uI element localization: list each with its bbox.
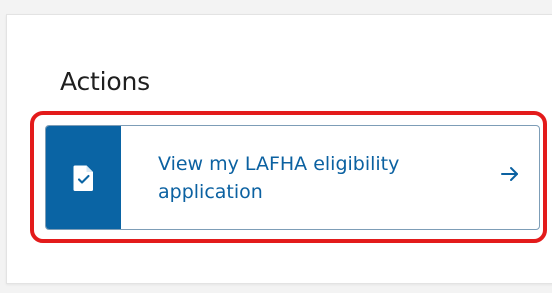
document-check-icon: [73, 165, 93, 191]
action-icon-panel: [46, 126, 121, 229]
arrow-right-icon: [501, 167, 518, 181]
view-lafha-eligibility-application-button[interactable]: View my LAFHA eligibility application: [45, 125, 540, 230]
action-label: View my LAFHA eligibility application: [158, 152, 400, 203]
actions-title: Actions: [60, 67, 150, 96]
page: Actions View my LAFHA eligibility applic…: [0, 0, 552, 293]
